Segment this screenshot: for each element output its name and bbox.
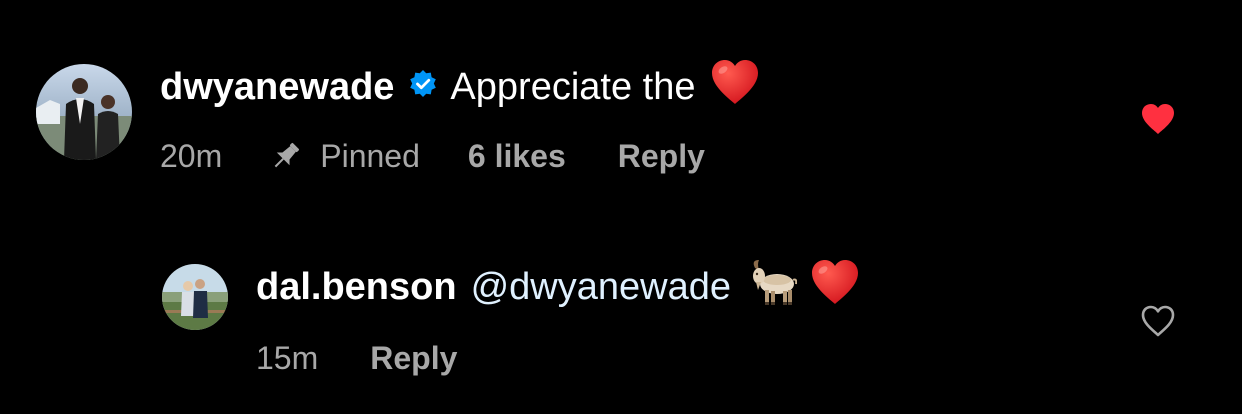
pinned-label: Pinned: [320, 137, 420, 174]
reply-button[interactable]: Reply: [618, 138, 705, 175]
goat-emoji-icon: [747, 258, 798, 316]
pin-icon: [268, 138, 304, 174]
like-button[interactable]: [1140, 102, 1176, 136]
mention-link[interactable]: @dwyanewade: [471, 266, 731, 309]
reply-comment-item: dal.benson @dwyanewade 15m Reply: [0, 200, 1242, 414]
reply-button[interactable]: Reply: [370, 340, 457, 377]
comment-username[interactable]: dal.benson: [256, 266, 457, 309]
heart-outline-icon: [1141, 305, 1175, 337]
avatar-photo: [36, 64, 132, 160]
comment-timestamp: 15m: [256, 339, 319, 376]
comment-username[interactable]: dwyanewade: [160, 66, 394, 109]
heart-filled-icon: [1142, 104, 1174, 134]
likes-count[interactable]: 6 likes: [468, 138, 566, 175]
comment-item: dwyanewade Appreciate the 20m Pinned 6 l…: [0, 0, 1242, 200]
pinned-indicator: Pinned: [268, 138, 420, 175]
avatar[interactable]: [162, 264, 228, 330]
avatar[interactable]: [36, 64, 132, 160]
avatar-photo: [162, 264, 228, 330]
comment-text: Appreciate the: [450, 65, 696, 108]
like-button[interactable]: [1140, 304, 1176, 338]
red-heart-emoji-icon: [709, 57, 761, 117]
comment-timestamp: 20m: [160, 137, 223, 174]
verified-badge-icon: [408, 66, 438, 109]
red-heart-emoji-icon: [809, 257, 861, 317]
